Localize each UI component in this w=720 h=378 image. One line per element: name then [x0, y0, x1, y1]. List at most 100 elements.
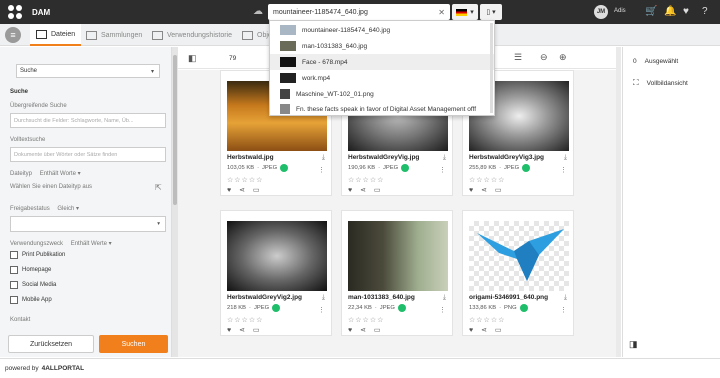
selected-label: Ausgewählt [644, 58, 679, 65]
checkbox[interactable] [10, 296, 18, 304]
zoom-in-icon[interactable]: ⊕ [559, 52, 567, 63]
usage-mode[interactable]: Enthält Werte [71, 241, 107, 247]
asset-name[interactable]: origami-5346991_640.png [469, 294, 548, 301]
tab-sammlungen[interactable]: Sammlungen [86, 24, 142, 46]
download-icon[interactable]: ⤓ [322, 154, 325, 162]
download-icon[interactable]: ⤓ [564, 154, 567, 162]
more-icon[interactable]: ⋮ [318, 306, 325, 314]
fulltext2-field[interactable]: Dokumente über Wörter oder Sätze finden [10, 147, 166, 162]
card-actions[interactable]: ♥ ⋖ ▭ [348, 186, 384, 194]
card-actions[interactable]: ♥ ⋖ ▭ [469, 186, 505, 194]
chevron-down-icon: ▾ [150, 68, 154, 75]
language-select[interactable]: ▾ [452, 4, 478, 20]
asset-name[interactable]: Herbstwald.jpg [227, 154, 274, 161]
checkbox[interactable] [10, 266, 18, 274]
search-button[interactable]: Suchen [99, 335, 168, 353]
tab-dateien[interactable]: Dateien [30, 24, 82, 46]
more-icon[interactable]: ⋮ [439, 166, 446, 174]
collapse-sidebar-icon[interactable]: ◧ [188, 53, 197, 64]
search-suggestions: mountaineer-1185474_640.jpg man-1031383_… [269, 20, 495, 116]
suggestion-item[interactable]: mountaineer-1185474_640.jpg [270, 22, 494, 38]
rating-stars[interactable]: ☆☆☆☆☆ [469, 176, 505, 184]
suggestion-item[interactable]: man-1031383_640.jpg [270, 38, 494, 54]
cart-icon[interactable]: 🛒 [645, 6, 657, 17]
help-icon[interactable]: ? [702, 6, 708, 17]
usage-option-social[interactable]: Social Media [10, 281, 56, 289]
menu-icon[interactable]: ≡ [5, 27, 21, 43]
more-icon[interactable]: ⋮ [560, 306, 567, 314]
suggestions-scrollbar[interactable] [490, 23, 493, 113]
more-icon[interactable]: ⋮ [560, 166, 567, 174]
tab-verwendungshistorie[interactable]: Verwendungshistorie [152, 24, 232, 46]
card-actions[interactable]: ♥ ⋖ ▭ [227, 326, 263, 334]
suggestion-item[interactable]: Maschine_WT-102_01.png [270, 86, 494, 102]
rating-stars[interactable]: ☆☆☆☆☆ [469, 316, 505, 324]
search-input-value: mountaineer-1185474_640.jpg [273, 8, 368, 16]
rating-stars[interactable]: ☆☆☆☆☆ [348, 316, 384, 324]
status-dot [519, 304, 528, 312]
clear-search-icon[interactable]: ✕ [438, 8, 445, 17]
filetype-placeholder[interactable]: Wählen Sie einen Dateityp aus [10, 184, 92, 190]
suggestion-item[interactable]: work.mp4 [270, 70, 494, 86]
usage-option-mobile[interactable]: Mobile App [10, 296, 52, 304]
external-link-icon[interactable]: ⇱ [155, 183, 162, 192]
suggestion-item[interactable]: Fn. these facts speak in favor of Digita… [270, 102, 494, 116]
dam-logo[interactable] [8, 5, 22, 19]
release-status-select[interactable]: ▾ [10, 216, 166, 232]
video-icon [280, 57, 296, 67]
card-actions[interactable]: ♥ ⋖ ▭ [348, 326, 384, 334]
asset-thumbnail[interactable] [469, 221, 569, 291]
more-icon[interactable]: ⋮ [318, 166, 325, 174]
avatar[interactable]: JM [594, 5, 608, 19]
asset-thumbnail[interactable] [348, 221, 448, 291]
rating-stars[interactable]: ☆☆☆☆☆ [227, 316, 263, 324]
usage-option-print[interactable]: Print Publikation [10, 251, 65, 259]
rating-stars[interactable]: ☆☆☆☆☆ [348, 176, 384, 184]
notifications-icon[interactable]: 🔔 [664, 6, 676, 17]
release-mode[interactable]: Gleich [57, 206, 74, 212]
asset-name[interactable]: HerbstwaldGreyVig.jpg [348, 154, 419, 161]
favorites-icon[interactable]: ♥ [683, 6, 689, 17]
zoom-out-icon[interactable]: ⊖ [540, 52, 548, 63]
fullscreen-label[interactable]: Vollbildansicht [647, 80, 688, 87]
download-icon[interactable]: ⤓ [564, 294, 567, 302]
upload-cloud-icon[interactable]: ☁ [253, 6, 265, 18]
tab-objekte[interactable]: Obje [242, 24, 272, 46]
rating-stars[interactable]: ☆☆☆☆☆ [227, 176, 263, 184]
checkbox[interactable] [10, 281, 18, 289]
filter-preset-select[interactable]: Suche ▾ [16, 64, 160, 78]
results-scrollbar[interactable] [616, 47, 621, 357]
asset-thumbnail[interactable] [227, 221, 327, 291]
asset-meta: 133,86 KB · PNG [469, 304, 528, 312]
panel-toggle-icon[interactable]: ◨ [629, 339, 638, 350]
checkbox[interactable] [10, 251, 18, 259]
fullscreen-row[interactable]: ⛶ Vollbildansicht [633, 78, 688, 88]
fullscreen-icon[interactable]: ⛶ [633, 78, 639, 88]
scrollbar-thumb[interactable] [173, 55, 177, 205]
asset-card[interactable]: origami-5346991_640.png ⤓ 133,86 KB · PNG … [462, 210, 574, 336]
download-icon[interactable]: ⤓ [443, 294, 446, 302]
asset-size: 190,96 KB [348, 165, 376, 171]
selected-row: 0 Ausgewählt [633, 58, 678, 65]
asset-name[interactable]: man-1031383_640.jpg [348, 294, 415, 301]
card-actions[interactable]: ♥ ⋖ ▭ [469, 326, 505, 334]
card-actions[interactable]: ♥ ⋖ ▭ [227, 186, 263, 194]
filetype-mode[interactable]: Enthält Worte [40, 171, 76, 177]
asset-card[interactable]: HerbstwaldGreyVig2.jpg ⤓ 218 KB · JPEG ⋮ ☆… [220, 210, 332, 336]
download-icon[interactable]: ⤓ [443, 154, 446, 162]
search-input[interactable]: mountaineer-1185474_640.jpg ✕ [268, 4, 450, 20]
suggestion-item[interactable]: Face - 678.mp4 [270, 54, 494, 70]
usage-option-homepage[interactable]: Homepage [10, 266, 51, 274]
asset-name[interactable]: HerbstwaldGreyVig3.jpg [469, 154, 544, 161]
asset-name[interactable]: HerbstwaldGreyVig2.jpg [227, 294, 302, 301]
more-icon[interactable]: ⋮ [439, 306, 446, 314]
user-name[interactable]: Adis [614, 8, 626, 14]
fulltext-field[interactable]: Durchsucht die Felder: Schlagworte, Name… [10, 113, 166, 128]
asset-card[interactable]: man-1031383_640.jpg ⤓ 22,34 KB · JPEG ⋮ ☆☆… [341, 210, 453, 336]
download-icon[interactable]: ⤓ [322, 294, 325, 302]
asset-size: 103,05 KB [227, 165, 255, 171]
device-select[interactable]: ▯ ▾ [480, 4, 502, 20]
footer-brand[interactable]: 4ALLPORTAL [42, 365, 85, 372]
reset-button[interactable]: Zurücksetzen [8, 335, 94, 353]
list-view-icon[interactable]: ☰ [514, 52, 522, 63]
